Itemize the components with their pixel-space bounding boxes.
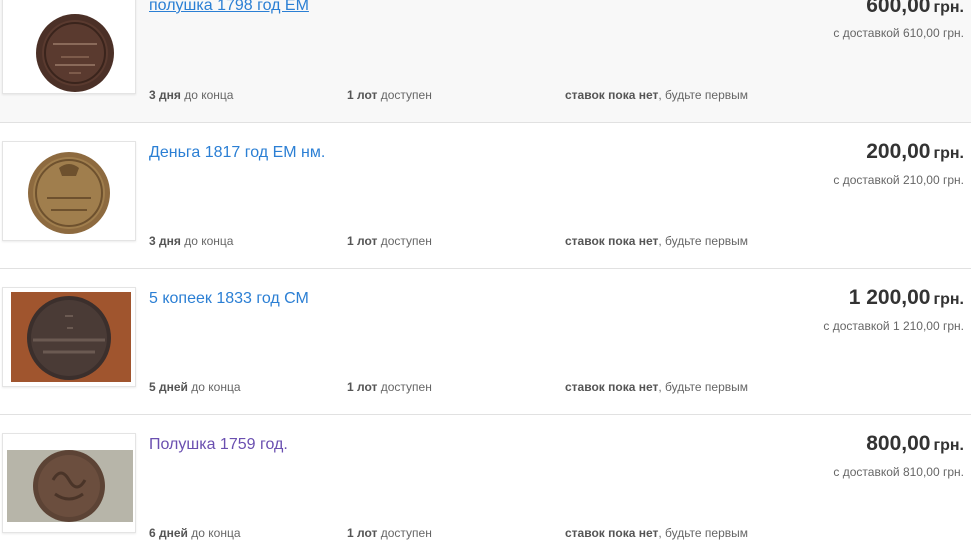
coin-photo[interactable] — [2, 141, 136, 241]
listing-price: 200,00 грн. — [866, 140, 964, 164]
price-currency: грн. — [933, 437, 964, 454]
listing-price: 1 200,00 грн. — [849, 286, 964, 310]
listing-item[interactable]: Деньга 1817 год ЕМ нм. 200,00 грн. с дост… — [0, 123, 971, 268]
price-value: 1 200,00 — [848, 286, 931, 309]
price-currency: грн. — [933, 0, 964, 16]
time-left: 6 дней до конца — [149, 526, 241, 540]
bids-status: ставок пока нет, будьте первым — [565, 380, 749, 394]
bids-status: ставок пока нет, будьте первым — [565, 526, 749, 540]
lots-available: 1 лот доступен — [347, 380, 432, 394]
listing-item[interactable]: Полушка 1759 год. 800,00 грн. с доставкой… — [0, 415, 971, 549]
price-value: 600,00 — [866, 0, 931, 17]
delivery-price: с доставкой 1 210,00 грн. — [823, 319, 964, 333]
listing-title-link[interactable]: полушка 1798 год ЕМ — [149, 0, 309, 15]
listing-title-link[interactable]: Полушка 1759 год. — [149, 436, 288, 454]
lots-available: 1 лот доступен — [347, 526, 432, 540]
coin-photo[interactable] — [2, 433, 136, 533]
bids-status: ставок пока нет, будьте первым — [565, 234, 749, 248]
price-value: 800,00 — [866, 432, 931, 455]
lots-available: 1 лот доступен — [347, 88, 432, 102]
listing-price: 600,00 грн. — [866, 0, 964, 18]
coin-photo[interactable] — [2, 0, 136, 94]
coin-photo[interactable] — [2, 287, 136, 387]
delivery-price: с доставкой 210,00 грн. — [833, 173, 964, 187]
delivery-price: с доставкой 610,00 грн. — [833, 26, 964, 40]
bids-status: ставок пока нет, будьте первым — [565, 88, 749, 102]
price-value: 200,00 — [866, 140, 931, 163]
time-left: 5 дней до конца — [149, 380, 241, 394]
listing-title-link[interactable]: Деньга 1817 год ЕМ нм. — [149, 144, 325, 162]
listing-item[interactable]: 5 копеек 1833 год СМ 1 200,00 грн. с дост… — [0, 269, 971, 414]
listing-price: 800,00 грн. — [866, 432, 964, 456]
delivery-price: с доставкой 810,00 грн. — [833, 465, 964, 479]
lots-available: 1 лот доступен — [347, 234, 432, 248]
listing-title-link[interactable]: 5 копеек 1833 год СМ — [149, 290, 309, 308]
price-currency: грн. — [933, 291, 964, 308]
listing-item[interactable]: полушка 1798 год ЕМ 600,00 грн. с доставк… — [0, 0, 971, 122]
time-left: 3 дня до конца — [149, 234, 234, 248]
price-currency: грн. — [933, 145, 964, 162]
time-left: 3 дня до конца — [149, 88, 234, 102]
